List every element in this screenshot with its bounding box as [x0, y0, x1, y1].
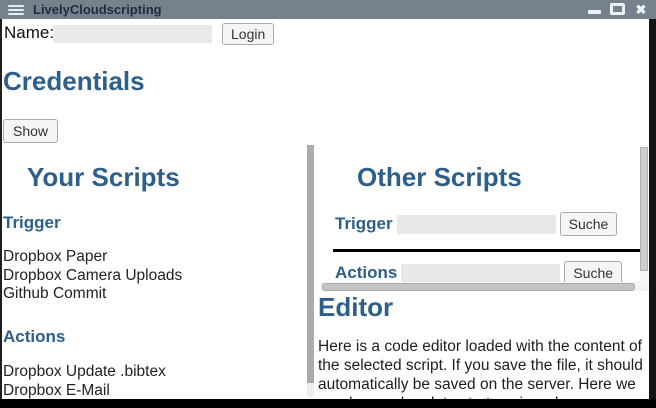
left-pane-scrollbar[interactable] — [307, 145, 314, 397]
titlebar: LivelyCloudscripting ✖ — [0, 0, 656, 19]
trigger-search-label: Trigger — [335, 214, 393, 234]
maximize-icon[interactable] — [610, 3, 625, 15]
your-scripts-heading: Your Scripts — [27, 162, 180, 192]
script-item[interactable]: Dropbox Camera Uploads — [3, 267, 182, 286]
script-item[interactable]: Dropbox Update .bibtex — [3, 363, 166, 382]
your-scripts-pane: Your Scripts Trigger Dropbox Paper Dropb… — [2, 145, 307, 399]
trigger-search-input[interactable] — [397, 215, 556, 234]
left-pane-scrollbar-thumb[interactable] — [307, 145, 314, 383]
divider-line — [333, 249, 640, 252]
app-window: LivelyCloudscripting ✖ Name: Login Crede… — [0, 0, 656, 408]
script-item[interactable]: Github Commit — [3, 285, 182, 304]
trigger-script-list: Dropbox Paper Dropbox Camera Uploads Git… — [3, 248, 182, 304]
script-item[interactable]: Dropbox E-Mail — [3, 382, 166, 400]
actions-script-list: Dropbox Update .bibtex Dropbox E-Mail — [3, 363, 166, 399]
name-label: Name: — [4, 23, 54, 43]
close-icon[interactable]: ✖ — [632, 0, 650, 19]
script-item[interactable]: Dropbox Paper — [3, 248, 182, 267]
other-scripts-heading: Other Scripts — [357, 162, 522, 192]
editor-description: Here is a code editor loaded with the co… — [318, 337, 646, 399]
actions-search-input[interactable] — [401, 264, 560, 283]
vertical-scrollbar-thumb[interactable] — [640, 147, 648, 271]
name-input[interactable] — [53, 25, 212, 43]
window-border-right — [649, 19, 656, 408]
window-border-bottom — [0, 399, 656, 408]
horizontal-scrollbar[interactable] — [320, 282, 649, 291]
actions-section-label: Actions — [3, 327, 65, 347]
editor-heading: Editor — [318, 292, 393, 322]
horizontal-scrollbar-thumb[interactable] — [322, 283, 635, 291]
trigger-section-label: Trigger — [3, 213, 61, 233]
login-button[interactable]: Login — [222, 23, 274, 45]
trigger-search-row: Trigger Suche — [335, 211, 617, 237]
show-button[interactable]: Show — [3, 119, 58, 143]
actions-search-label: Actions — [335, 263, 397, 283]
window-title: LivelyCloudscripting — [33, 2, 162, 17]
editor-pane: Editor Here is a code editor loaded with… — [317, 292, 649, 399]
minimize-icon[interactable] — [588, 10, 601, 14]
credentials-heading: Credentials — [3, 66, 145, 96]
menu-icon[interactable] — [8, 5, 24, 15]
trigger-search-button[interactable]: Suche — [560, 212, 618, 236]
other-scripts-pane: Other Scripts Trigger Suche Actions Such… — [320, 145, 649, 292]
vertical-scrollbar[interactable] — [640, 145, 648, 283]
